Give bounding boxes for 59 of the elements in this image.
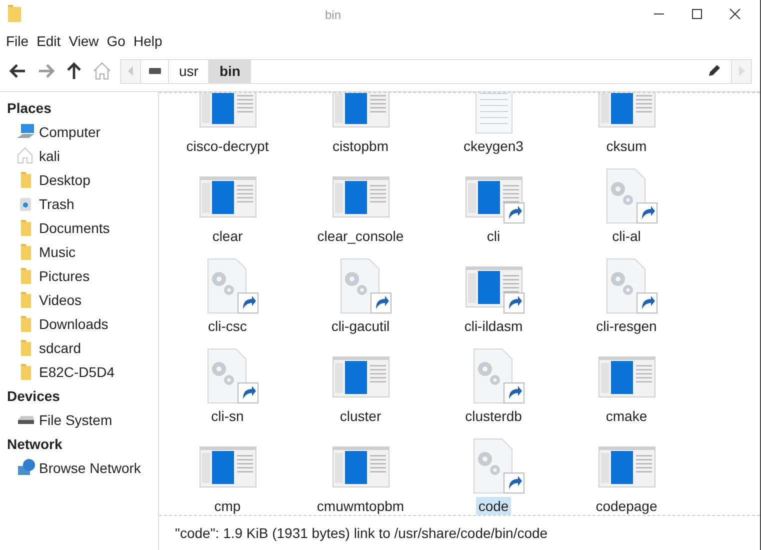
file-name[interactable]: cli-resgen bbox=[594, 317, 659, 335]
sidebar-item[interactable]: Trash bbox=[0, 192, 158, 216]
drive-icon bbox=[18, 416, 34, 424]
file-name[interactable]: cli bbox=[484, 227, 502, 245]
sidebar-item[interactable]: Browse Network bbox=[0, 456, 158, 480]
sidebar-item[interactable]: Downloads bbox=[0, 312, 158, 336]
menu-item[interactable]: Help bbox=[133, 30, 162, 52]
file-name[interactable]: cisco-decrypt bbox=[184, 137, 271, 155]
window-title: bin bbox=[325, 7, 342, 24]
file-name[interactable]: cli-gacutil bbox=[329, 317, 392, 335]
section-heading: Devices bbox=[6, 386, 61, 406]
menu-item[interactable]: Edit bbox=[36, 30, 61, 52]
file-name[interactable]: cmp bbox=[212, 497, 243, 515]
file-name[interactable]: clear bbox=[210, 227, 245, 245]
folder-icon bbox=[21, 340, 31, 356]
maximize-icon[interactable] bbox=[690, 7, 704, 21]
sidebar-item[interactable]: Computer bbox=[0, 120, 158, 144]
file-name[interactable]: code bbox=[476, 497, 511, 515]
folder-icon bbox=[21, 364, 31, 380]
file-name[interactable]: codepage bbox=[594, 497, 660, 515]
close-icon[interactable] bbox=[728, 7, 742, 21]
file-name[interactable]: cli-al bbox=[610, 227, 643, 245]
pencil-icon[interactable] bbox=[707, 64, 721, 78]
file-name[interactable]: cli-csc bbox=[206, 317, 249, 335]
sidebar-item[interactable]: Pictures bbox=[0, 264, 158, 288]
folder-icon bbox=[21, 172, 31, 188]
sidebar-item[interactable]: Desktop bbox=[0, 168, 158, 192]
file-name[interactable]: clusterdb bbox=[463, 407, 524, 425]
folder-icon bbox=[21, 220, 31, 236]
folder-icon bbox=[21, 316, 31, 332]
sidebar-item[interactable]: Videos bbox=[0, 288, 158, 312]
folder-icon bbox=[21, 268, 31, 284]
menu-item[interactable]: File bbox=[6, 30, 29, 52]
file-name[interactable]: cistopbm bbox=[330, 137, 391, 155]
section-heading: Places bbox=[6, 98, 52, 118]
file-name[interactable]: ckeygen3 bbox=[462, 137, 526, 155]
file-name[interactable]: cksum bbox=[604, 137, 649, 155]
file-name[interactable]: cli-sn bbox=[209, 407, 246, 425]
folder-icon bbox=[21, 292, 31, 308]
drive-icon[interactable] bbox=[148, 68, 160, 74]
sidebar-item[interactable]: sdcard bbox=[0, 336, 158, 360]
path-segment[interactable]: bin bbox=[209, 60, 252, 82]
file-name[interactable]: cluster bbox=[338, 407, 384, 425]
file-name[interactable]: cmake bbox=[604, 407, 650, 425]
file-name[interactable]: cmuwmtopbm bbox=[314, 497, 406, 515]
menu-item[interactable]: View bbox=[68, 30, 99, 52]
folder-icon bbox=[8, 4, 22, 24]
folder-icon bbox=[21, 244, 31, 260]
file-name[interactable]: clear_console bbox=[315, 227, 406, 245]
sidebar-item[interactable]: E82C-D5D4 bbox=[0, 360, 158, 384]
file-name[interactable]: cli-ildasm bbox=[462, 317, 525, 335]
section-heading: Network bbox=[6, 434, 64, 454]
sidebar-item[interactable]: kali bbox=[0, 144, 158, 168]
network-icon bbox=[16, 458, 36, 478]
menu-item[interactable]: Go bbox=[106, 30, 126, 52]
sidebar-item[interactable]: Music bbox=[0, 240, 158, 264]
status-text: "code": 1.9 KiB (1931 bytes) link to /usr/share/code/bin/code bbox=[175, 524, 548, 543]
sidebar-item[interactable]: Documents bbox=[0, 216, 158, 240]
sidebar-item[interactable]: File System bbox=[0, 408, 158, 432]
